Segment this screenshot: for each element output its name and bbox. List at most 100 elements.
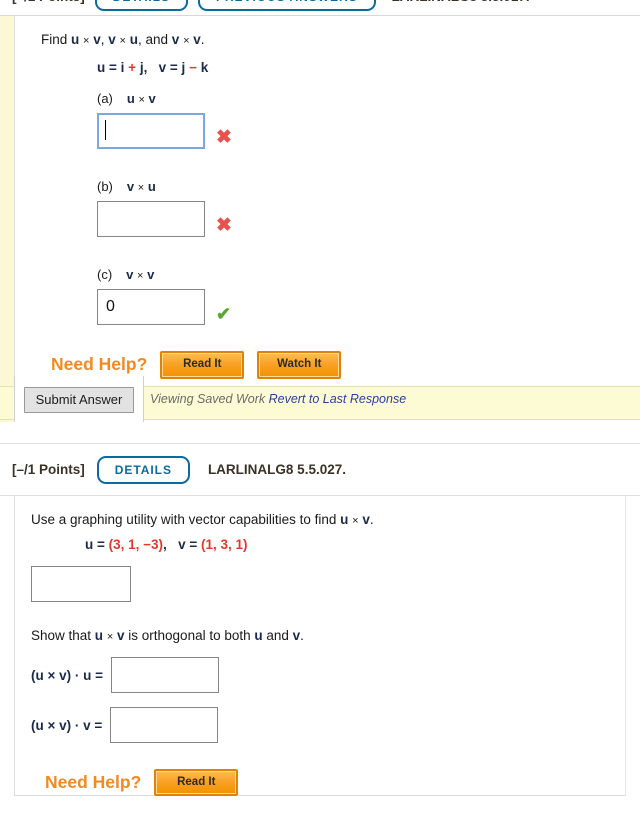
- part-a-answer-input[interactable]: [97, 113, 205, 150]
- given-v-minus: −: [189, 60, 197, 76]
- part-c-correct-icon: ✔: [216, 304, 232, 325]
- question-1-points: [–/1 Points]: [12, 0, 85, 4]
- q2-given-u-value: (3, 1, −3): [108, 537, 164, 552]
- stem-vector-u2: u: [129, 32, 138, 47]
- q2-stem2-vector-u2: u: [254, 628, 263, 643]
- read-it-button-2[interactable]: Read It: [154, 769, 239, 797]
- part-c-answer-input[interactable]: [97, 289, 205, 326]
- question-2-header: [–/1 Points] DETAILS LARLINALG8 5.5.027.: [0, 444, 640, 496]
- q2-stem2-period: .: [300, 628, 304, 643]
- cross-symbol-2: ×: [119, 35, 126, 47]
- part-c-answer-row: ✔: [97, 289, 640, 326]
- dot-product-input-v[interactable]: [110, 707, 219, 743]
- question-1-part-a: (a) u × v ✖: [97, 91, 640, 150]
- part-a-label-row: (a) u × v: [97, 91, 640, 106]
- stem-vector-u1: u: [71, 32, 80, 47]
- part-a-expr-left: u: [126, 91, 135, 107]
- cross-symbol-1: ×: [83, 35, 90, 47]
- stem-vector-v4: v: [193, 32, 201, 47]
- assignment-page: [–/1 Points] DETAILS PREVIOUS ANSWERS LA…: [0, 0, 640, 817]
- question-2-given-vectors: u = (3, 1, −3), v = (1, 3, 1): [85, 537, 625, 552]
- question-1-stem: Find u × v, v × u, and v × v.: [41, 30, 640, 50]
- part-c-letter: (c): [97, 267, 113, 283]
- part-c-input-wrapper: [97, 289, 205, 326]
- stem-period: .: [200, 32, 205, 47]
- dot-product-input-u[interactable]: [111, 657, 220, 693]
- given-comma: ,: [143, 60, 148, 76]
- question-1-details-button[interactable]: DETAILS: [94, 0, 188, 11]
- given-u-label: u: [97, 60, 106, 76]
- q2-stem-prefix: Use a graphing utility with vector capab…: [31, 512, 341, 527]
- given-u-plus: +: [128, 60, 137, 76]
- text-caret: [105, 120, 106, 141]
- page-footer-gap: [0, 796, 640, 817]
- part-b-expr-left: v: [126, 179, 135, 195]
- part-a-letter: (a): [97, 91, 113, 107]
- stem-sep-2: , and: [138, 32, 172, 47]
- part-c-expr-right: v: [147, 267, 155, 283]
- stem-vector-v1: v: [93, 32, 101, 47]
- question-1-header: [–/1 Points] DETAILS PREVIOUS ANSWERS LA…: [0, 0, 640, 16]
- question-2-stem: Use a graphing utility with vector capab…: [31, 512, 625, 527]
- part-b-letter: (b): [97, 179, 113, 195]
- part-a-incorrect-icon: ✖: [216, 127, 232, 149]
- part-b-answer-row: ✖: [97, 201, 640, 238]
- q2-cross-symbol: ×: [352, 515, 359, 527]
- revert-to-last-response-link[interactable]: Revert to Last Response: [269, 392, 407, 406]
- q2-stem-vector-v: v: [362, 512, 370, 527]
- question-1-previous-answers-button[interactable]: PREVIOUS ANSWERS: [197, 0, 376, 11]
- part-b-input-wrapper: [97, 201, 205, 238]
- q2-given-v-value: (1, 3, 1): [200, 537, 248, 552]
- question-1-status-stripe: [0, 16, 14, 422]
- q2-stem2-and: and: [262, 628, 293, 643]
- question-separator: [0, 422, 640, 444]
- question-2-code: LARLINALG8 5.5.027.: [207, 462, 346, 477]
- question-2-cross-answer-row: [31, 566, 625, 602]
- read-it-button-1[interactable]: Read It: [160, 351, 245, 379]
- given-u-equals: =: [105, 60, 121, 76]
- dot-product-row-u: (u × v) · u =: [31, 657, 625, 693]
- submit-button-pocket: Submit Answer: [14, 376, 144, 424]
- part-a-expr-right: v: [148, 91, 156, 107]
- question-2-need-help: Need Help? Read It: [45, 769, 625, 797]
- question-1-given-vectors: u = i + j, v = j − k: [97, 60, 640, 75]
- q2-given-comma: ,: [163, 537, 167, 552]
- stem-vector-v2: v: [108, 32, 116, 47]
- need-help-label-2: Need Help?: [45, 772, 142, 793]
- question-1-need-help: Need Help? Read It Watch It: [51, 351, 640, 379]
- q2-given-u-equals: =: [93, 537, 109, 552]
- submit-answer-button[interactable]: Submit Answer: [23, 386, 135, 413]
- part-c-expr-left: v: [126, 267, 134, 283]
- question-2-orthogonality-stem: Show that u × v is orthogonal to both u …: [31, 628, 625, 643]
- given-v-equals: =: [166, 60, 182, 76]
- part-b-expr-right: u: [147, 179, 156, 195]
- stem-vector-v3: v: [171, 32, 180, 47]
- viewing-saved-work-text: Viewing Saved Work: [150, 392, 266, 406]
- q2-stem2-cross-symbol: ×: [106, 631, 114, 643]
- given-v-label: v: [158, 60, 167, 76]
- question-1-content: Find u × v, v × u, and v × v. u = i + j,…: [14, 16, 640, 422]
- part-b-incorrect-icon: ✖: [216, 215, 232, 237]
- part-b-cross-icon: ×: [137, 182, 145, 195]
- part-b-answer-input[interactable]: [97, 201, 205, 238]
- q2-stem2-vector-v: v: [117, 628, 125, 643]
- q2-given-v-equals: =: [185, 537, 201, 552]
- part-a-answer-row: ✖: [97, 113, 640, 150]
- dot-product-label-u: (u × v) · u =: [31, 667, 104, 683]
- part-a-input-wrapper: [97, 113, 205, 150]
- watch-it-button-1[interactable]: Watch It: [257, 351, 342, 379]
- question-2-cross-answer-input[interactable]: [31, 566, 131, 602]
- saved-work-status: Viewing Saved Work Revert to Last Respon…: [150, 392, 406, 406]
- q2-given-v-label: v: [178, 537, 186, 552]
- part-c-cross-icon: ×: [137, 270, 144, 283]
- question-1-code: LARLINALG8 5.5.017.: [392, 0, 530, 4]
- q2-stem2-prefix: Show that: [31, 628, 95, 643]
- cross-symbol-3: ×: [183, 35, 190, 47]
- need-help-label-1: Need Help?: [51, 354, 148, 375]
- given-v-j: j: [181, 60, 186, 76]
- question-2-content: Use a graphing utility with vector capab…: [14, 496, 626, 797]
- dot-product-row-v: (u × v) · v =: [31, 707, 625, 743]
- q2-stem2-mid: is orthogonal to both: [124, 628, 255, 643]
- given-v-k: k: [200, 60, 209, 76]
- question-2-details-button[interactable]: DETAILS: [96, 455, 190, 484]
